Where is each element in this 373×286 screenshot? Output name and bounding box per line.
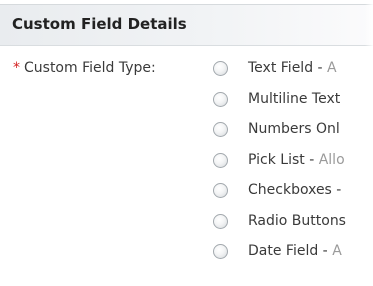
custom-field-details-panel: Custom Field Details * Custom Field Type:… <box>0 0 373 286</box>
option-description: A <box>332 243 342 259</box>
option-numbers-only-text[interactable]: Numbers Onl <box>248 121 340 137</box>
custom-field-type-label-text: Custom Field Type: <box>24 60 156 76</box>
section-header: Custom Field Details <box>0 4 373 46</box>
option-description: Allo <box>318 151 345 168</box>
option-radio-buttons-text[interactable]: Radio Buttons <box>248 213 346 229</box>
option-checkboxes[interactable]: Checkboxes - <box>213 182 373 213</box>
radio-text-field[interactable] <box>213 61 228 76</box>
radio-checkboxes[interactable] <box>213 183 228 198</box>
option-radio-buttons[interactable]: Radio Buttons <box>213 213 373 244</box>
option-separator: - <box>313 60 328 76</box>
option-text-field[interactable]: Text Field - A <box>213 60 373 91</box>
option-date-field[interactable]: Date Field - A <box>213 243 373 274</box>
option-multiline-text[interactable]: Multiline Text <box>213 91 373 122</box>
option-separator: - <box>318 243 333 259</box>
option-name: Pick List <box>248 151 305 168</box>
custom-field-type-options: Text Field - A Multiline Text Numbers On… <box>213 60 373 274</box>
radio-pick-list[interactable] <box>213 152 228 168</box>
option-name: Date Field <box>248 243 319 259</box>
option-date-field-text[interactable]: Date Field - A <box>248 243 342 259</box>
option-multiline-text-text[interactable]: Multiline Text <box>248 91 340 107</box>
required-marker: * <box>13 60 20 76</box>
custom-field-type-label: * Custom Field Type: <box>13 60 156 76</box>
option-separator: - <box>304 151 319 168</box>
option-pick-list-text[interactable]: Pick List - Allo <box>248 152 345 168</box>
option-numbers-only[interactable]: Numbers Onl <box>213 121 373 152</box>
option-name: Checkboxes <box>248 182 332 198</box>
radio-multiline-text[interactable] <box>213 91 228 107</box>
option-name: Radio Buttons <box>248 212 346 229</box>
section-title: Custom Field Details <box>12 15 187 33</box>
option-name: Multiline Text <box>248 90 341 107</box>
option-name: Text Field <box>248 60 314 76</box>
option-name: Numbers Onl <box>248 121 340 137</box>
option-pick-list[interactable]: Pick List - Allo <box>213 152 373 183</box>
radio-numbers-only[interactable] <box>213 122 228 137</box>
option-text-field-text[interactable]: Text Field - A <box>248 60 337 76</box>
option-checkboxes-text[interactable]: Checkboxes - <box>248 182 341 198</box>
option-separator: - <box>331 182 342 198</box>
radio-date-field[interactable] <box>213 244 228 259</box>
option-description: A <box>327 60 337 76</box>
radio-radio-buttons[interactable] <box>213 213 228 229</box>
